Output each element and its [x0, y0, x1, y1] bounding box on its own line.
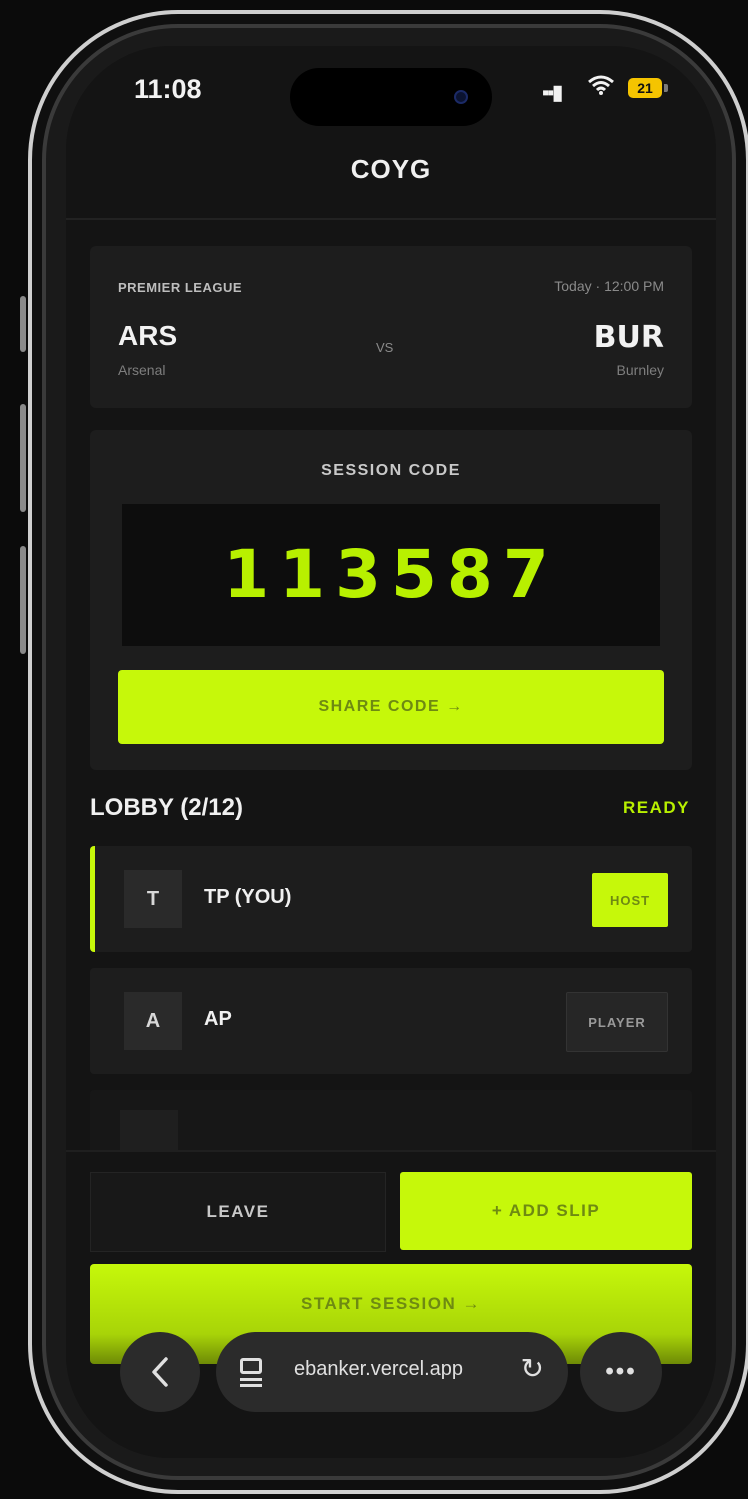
- chevron-left-icon: [152, 1357, 168, 1387]
- player-name: TP (YOU): [204, 886, 292, 908]
- session-code-box: 113587: [122, 504, 660, 646]
- lobby-status: READY: [622, 798, 690, 817]
- match-card: PREMIER LEAGUE Today · 12:00 PM ARS VS B…: [90, 246, 692, 408]
- mute-switch: [20, 296, 26, 352]
- away-team-name: Burnley: [616, 362, 664, 378]
- session-card: SESSION CODE 113587 SHARE CODE →: [90, 430, 692, 770]
- back-button[interactable]: [120, 1332, 200, 1412]
- header-divider: [66, 218, 716, 220]
- player-name: AP: [204, 1008, 232, 1030]
- volume-up-button: [20, 404, 26, 512]
- ellipsis-icon: •••: [605, 1358, 637, 1385]
- battery-icon: 21: [628, 78, 662, 98]
- home-team-code: ARS: [118, 320, 178, 351]
- away-team-code: BUR: [593, 320, 664, 355]
- battery-tip: [664, 84, 668, 92]
- address-bar[interactable]: ebanker.vercel.app ↻: [216, 1332, 568, 1412]
- page-title: COYG: [350, 154, 432, 184]
- player-row: A AP PLAYER: [90, 968, 692, 1074]
- cellular-signal-icon: ▪▪▮: [542, 82, 563, 104]
- session-code-label: SESSION CODE: [321, 462, 461, 479]
- more-options-button[interactable]: •••: [580, 1332, 662, 1412]
- league-label: PREMIER LEAGUE: [118, 280, 243, 295]
- player-badge: PLAYER: [566, 992, 668, 1052]
- url-text: ebanker.vercel.app: [294, 1358, 464, 1380]
- versus-label: VS: [376, 340, 394, 355]
- avatar: A: [124, 992, 182, 1050]
- camera-icon: [454, 90, 468, 104]
- wifi-icon: [588, 74, 614, 103]
- volume-down-button: [20, 546, 26, 654]
- session-code: 113587: [223, 536, 559, 613]
- share-code-button[interactable]: SHARE CODE →: [118, 670, 664, 744]
- add-slip-button[interactable]: + ADD SLIP: [400, 1172, 692, 1250]
- status-time: 11:08: [134, 74, 202, 104]
- status-bar: 11:08 ▪▪▮ 21: [66, 68, 716, 126]
- player-row-host: T TP (YOU) HOST: [90, 846, 692, 952]
- dynamic-island: [290, 68, 492, 126]
- avatar: T: [124, 870, 182, 928]
- host-badge: HOST: [592, 873, 668, 927]
- kickoff-time: Today · 12:00 PM: [554, 278, 664, 294]
- home-team-name: Arsenal: [118, 362, 166, 378]
- leave-button[interactable]: LEAVE: [90, 1172, 386, 1252]
- reload-icon[interactable]: ↻: [521, 1352, 544, 1385]
- start-session-label: START SESSION →: [301, 1294, 481, 1313]
- screen: 11:08 ▪▪▮ 21 COYG PREMIER LEAGUE Today ·…: [66, 46, 716, 1458]
- lobby-title: LOBBY (2/12): [90, 794, 243, 821]
- tabs-icon[interactable]: [238, 1356, 268, 1388]
